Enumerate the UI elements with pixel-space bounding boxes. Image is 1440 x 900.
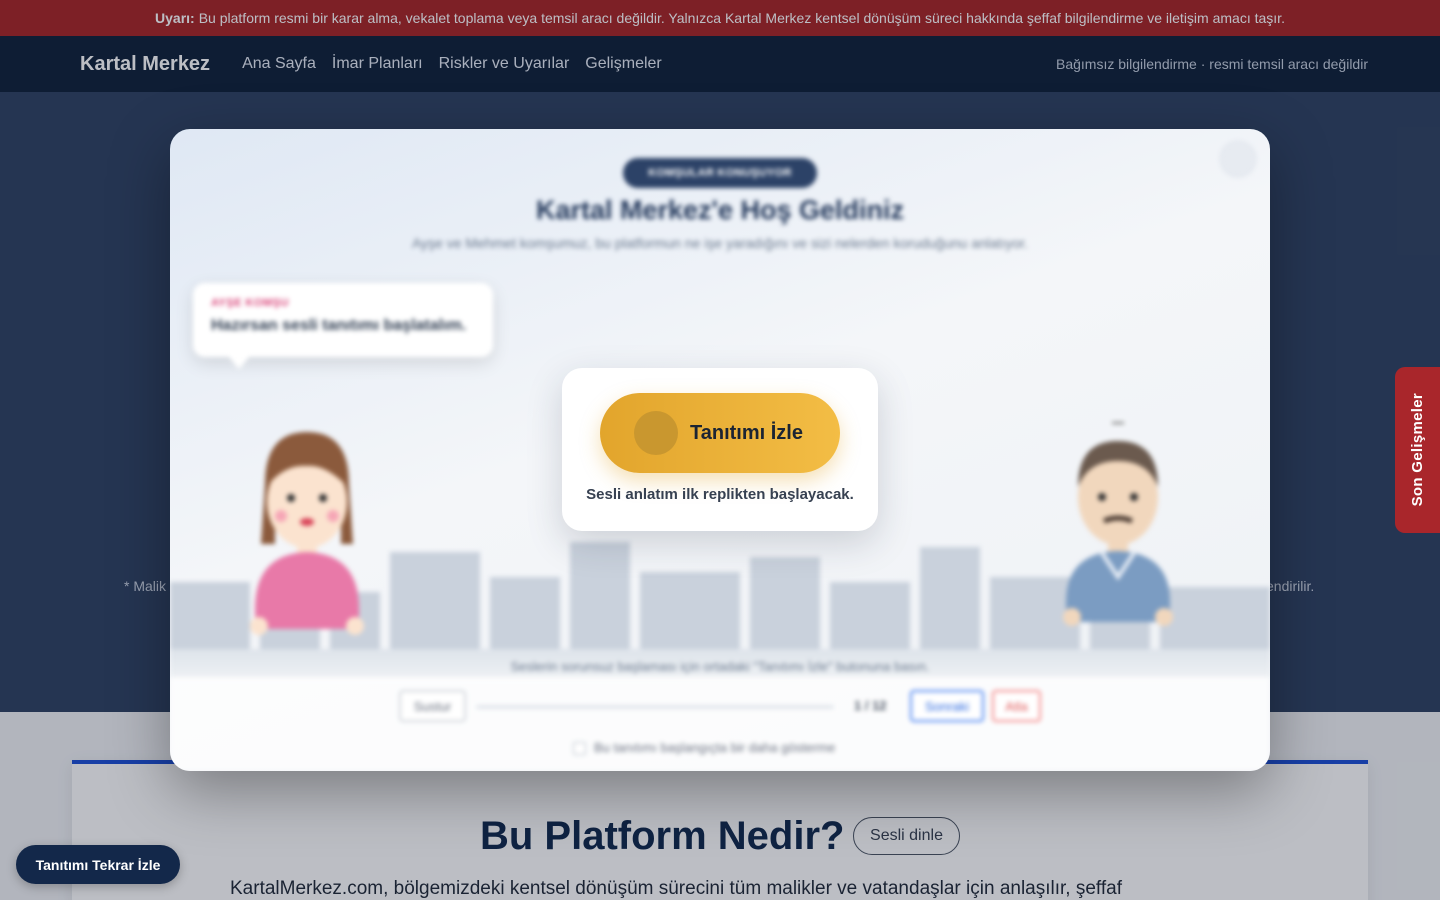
ayse-character-illustration <box>250 432 364 635</box>
play-icon <box>634 411 678 455</box>
modal-title: Kartal Merkez'e Hoş Geldiniz <box>535 195 905 225</box>
step-counter: 1 / 12 <box>854 698 887 713</box>
mute-button[interactable]: Sustur <box>399 690 466 722</box>
modal-subtitle: Ayşe ve Mehmet komşumuz, bu platformun n… <box>411 235 1029 251</box>
start-card: Tanıtımı İzle Sesli anlatım ilk replikte… <box>562 368 878 531</box>
dont-show-label[interactable]: Bu tanıtımı başlangıçta bir daha gösterm… <box>594 740 835 755</box>
modal-badge: KOMŞULAR KONUŞUYOR <box>623 158 817 188</box>
next-button[interactable]: Sonraki <box>910 690 984 722</box>
speech-text: Hazırsan sesli tanıtımı başlatalım. <box>211 317 467 334</box>
close-icon[interactable] <box>1220 141 1256 177</box>
intro-modal: KOMŞULAR KONUŞUYOR Kartal Merkez'e Hoş G… <box>170 129 1270 771</box>
skip-button[interactable]: Atla <box>992 690 1041 722</box>
dont-show-checkbox[interactable] <box>573 742 586 755</box>
progress-track[interactable] <box>476 705 834 709</box>
replay-intro-button[interactable]: Tanıtımı Tekrar İzle <box>16 845 180 884</box>
watch-intro-button[interactable]: Tanıtımı İzle <box>600 393 840 473</box>
start-hint: Seslerin sorunsuz başlaması için ortadak… <box>510 659 930 674</box>
watch-intro-label: Tanıtımı İzle <box>690 421 803 444</box>
mehmet-character-illustration <box>1063 422 1173 626</box>
start-note: Sesli anlatım ilk replikten başlayacak. <box>586 486 854 503</box>
speaker-name: AYŞE KOMŞU <box>211 297 289 309</box>
latest-developments-tab[interactable]: Son Gelişmeler <box>1395 367 1440 533</box>
controls-band <box>170 677 1270 771</box>
speech-bubble: AYŞE KOMŞU Hazırsan sesli tanıtımı başla… <box>193 283 493 369</box>
latest-developments-label: Son Gelişmeler <box>1409 393 1426 507</box>
